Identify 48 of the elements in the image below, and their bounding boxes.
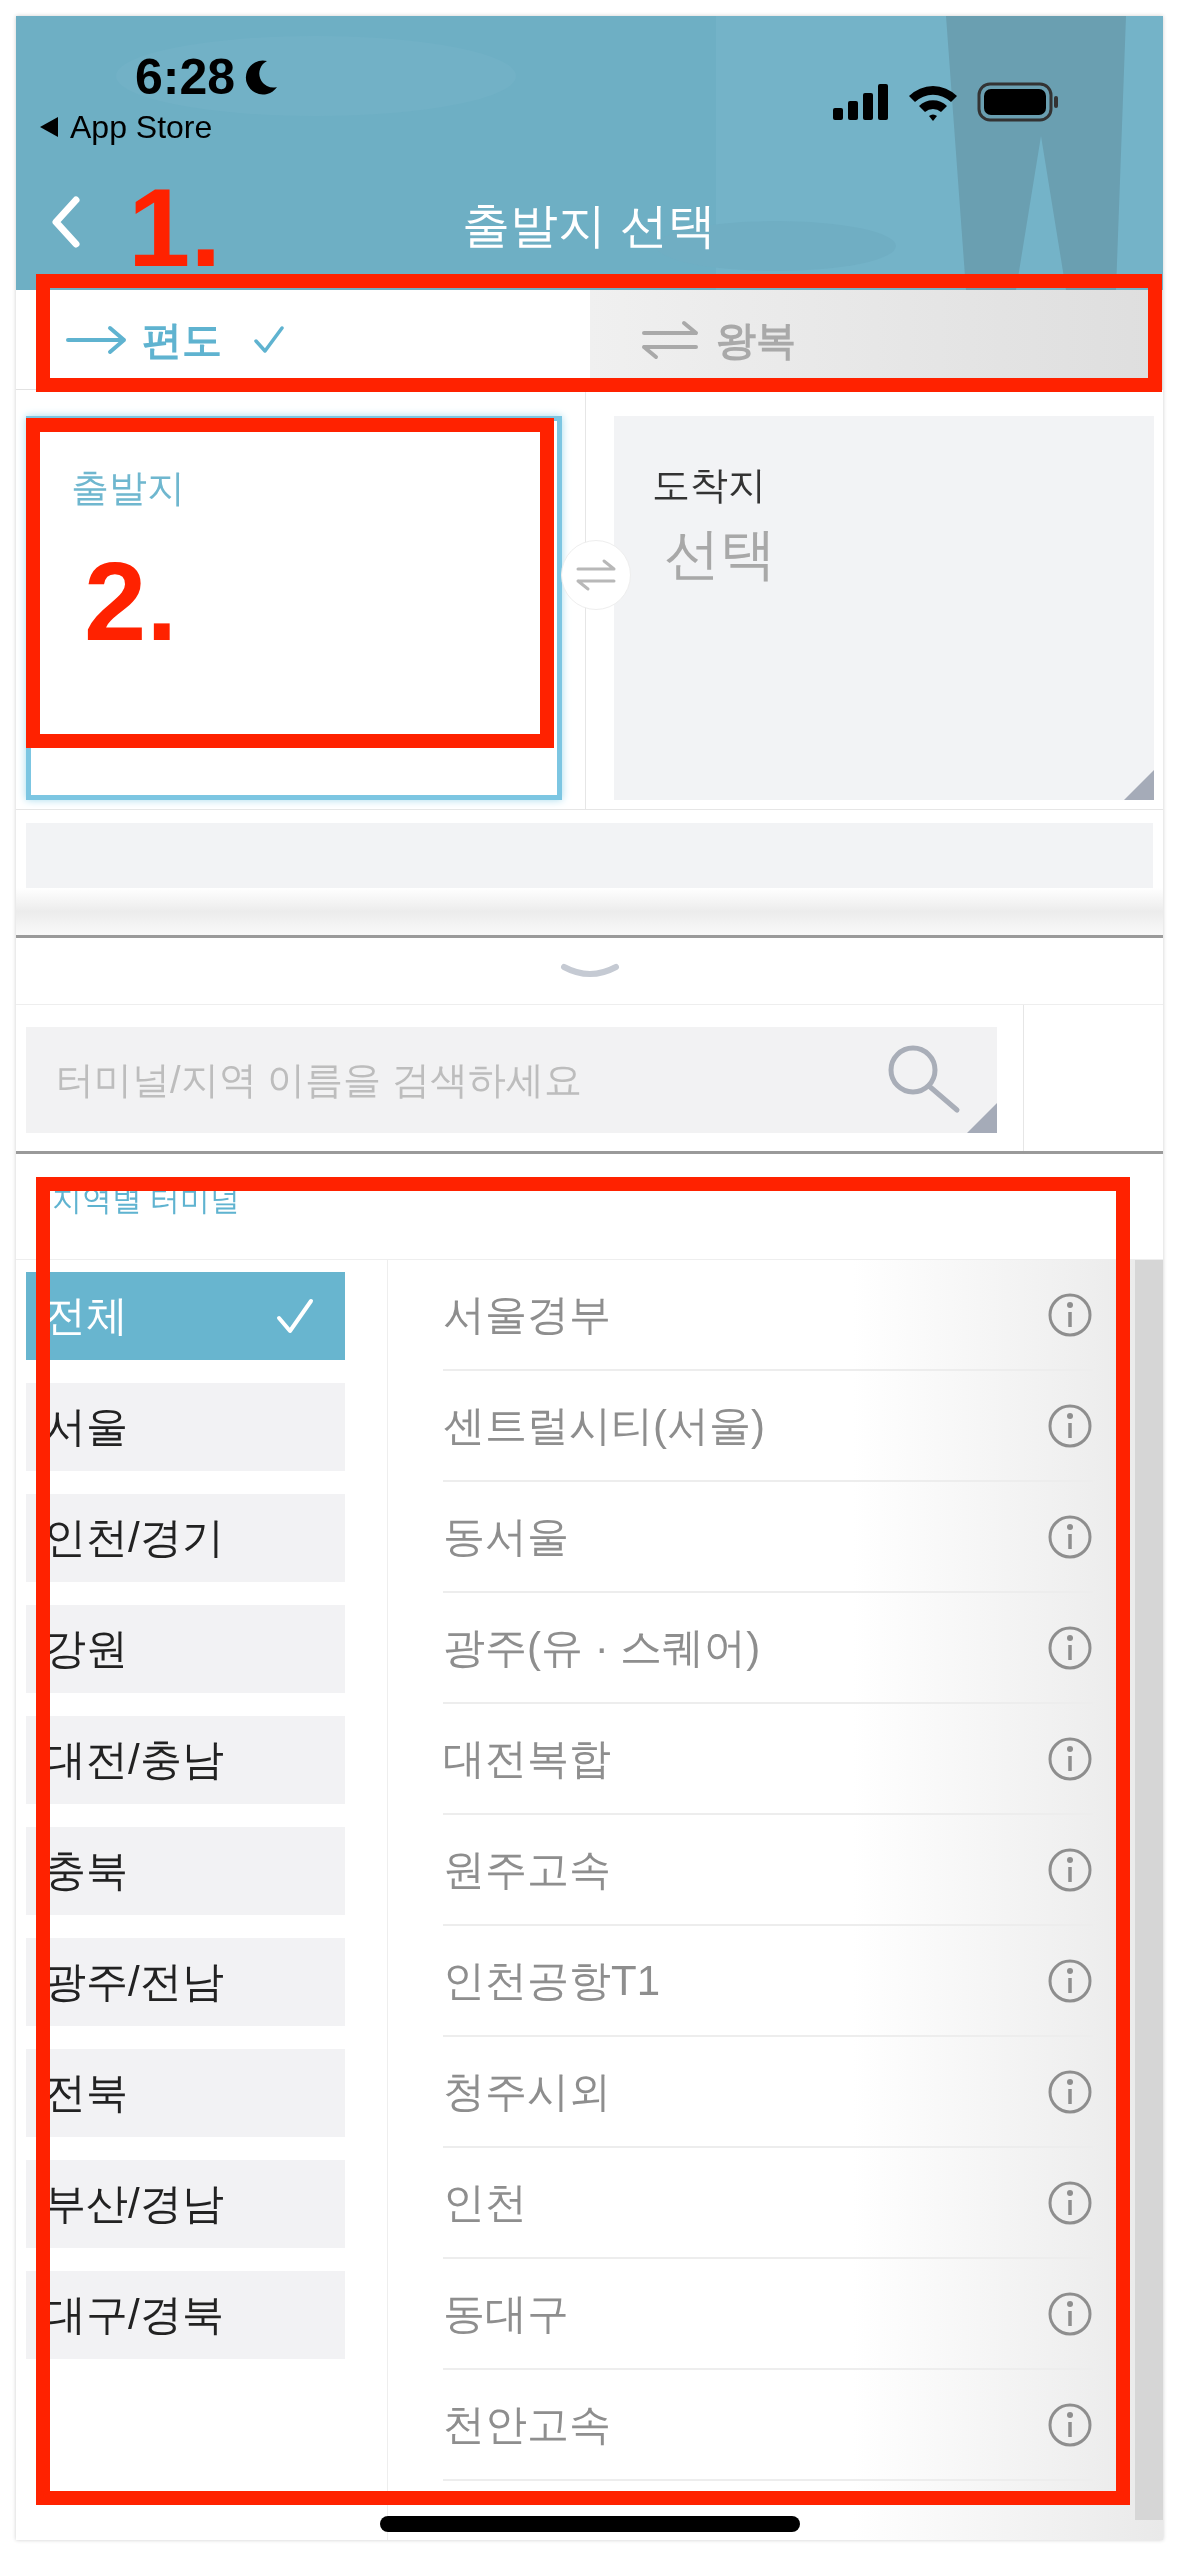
destination-card[interactable]: 도착지 선택 <box>614 416 1154 800</box>
terminal-row[interactable]: 서울경부 <box>443 1260 1093 1371</box>
wifi-icon <box>907 83 959 121</box>
status-time: 6:28 <box>135 52 236 102</box>
battery-icon <box>977 82 1059 122</box>
back-triangle-icon <box>38 115 60 139</box>
region-item[interactable]: 전체 <box>26 1272 345 1360</box>
corner-triangle-icon <box>967 1103 997 1133</box>
region-item[interactable]: 서울 <box>26 1383 345 1471</box>
info-icon[interactable] <box>1047 1735 1093 1782</box>
corner-triangle-icon <box>1124 770 1154 800</box>
terminal-row[interactable]: 동대구 <box>443 2259 1093 2370</box>
terminal-row[interactable]: 인천공항T1 <box>443 1926 1093 2037</box>
screen-title: 출발지 선택 <box>462 202 716 250</box>
check-icon <box>275 1296 315 1336</box>
info-icon[interactable] <box>1047 1513 1093 1560</box>
signal-icon <box>833 84 889 120</box>
region-item[interactable]: 대구/경북 <box>26 2271 345 2359</box>
terminal-row[interactable]: 청주시외 <box>443 2037 1093 2148</box>
terminal-row[interactable]: 센트럴시티(서울) <box>443 1371 1093 1482</box>
info-icon[interactable] <box>1047 2401 1093 2448</box>
terminal-row[interactable]: 인천 <box>443 2148 1093 2259</box>
info-icon[interactable] <box>1047 1957 1093 2004</box>
swap-arrows-icon <box>574 558 618 592</box>
region-item[interactable]: 전북 <box>26 2049 345 2137</box>
info-icon[interactable] <box>1047 1402 1093 1449</box>
terminal-row[interactable]: 광주(유 · 스퀘어) <box>443 1593 1093 1704</box>
region-item[interactable]: 인천/경기 <box>26 1494 345 1582</box>
terminal-row[interactable]: 동서울 <box>443 1482 1093 1593</box>
region-item[interactable]: 광주/전남 <box>26 1938 345 2026</box>
region-item[interactable]: 대전/충남 <box>26 1716 345 1804</box>
info-icon[interactable] <box>1047 2068 1093 2115</box>
annotation-number: 2. <box>84 546 178 658</box>
info-icon[interactable] <box>1047 2179 1093 2226</box>
terminal-row[interactable]: 대전복합 <box>443 1704 1093 1815</box>
terminal-row[interactable]: 천안고속 <box>443 2370 1093 2481</box>
region-item[interactable]: 부산/경남 <box>26 2160 345 2248</box>
info-icon[interactable] <box>1047 1291 1093 1338</box>
region-item[interactable]: 강원 <box>26 1605 345 1693</box>
info-icon[interactable] <box>1047 2290 1093 2337</box>
info-icon[interactable] <box>1047 1846 1093 1893</box>
info-icon[interactable] <box>1047 1624 1093 1671</box>
destination-value: 선택 <box>664 526 776 582</box>
region-item[interactable]: 충북 <box>26 1827 345 1915</box>
back-to-app-link[interactable]: App Store <box>70 111 213 143</box>
terminal-row[interactable]: 원주고속 <box>443 1815 1093 1926</box>
annotation-number: 1. <box>128 172 222 284</box>
destination-label: 도착지 <box>652 466 766 504</box>
